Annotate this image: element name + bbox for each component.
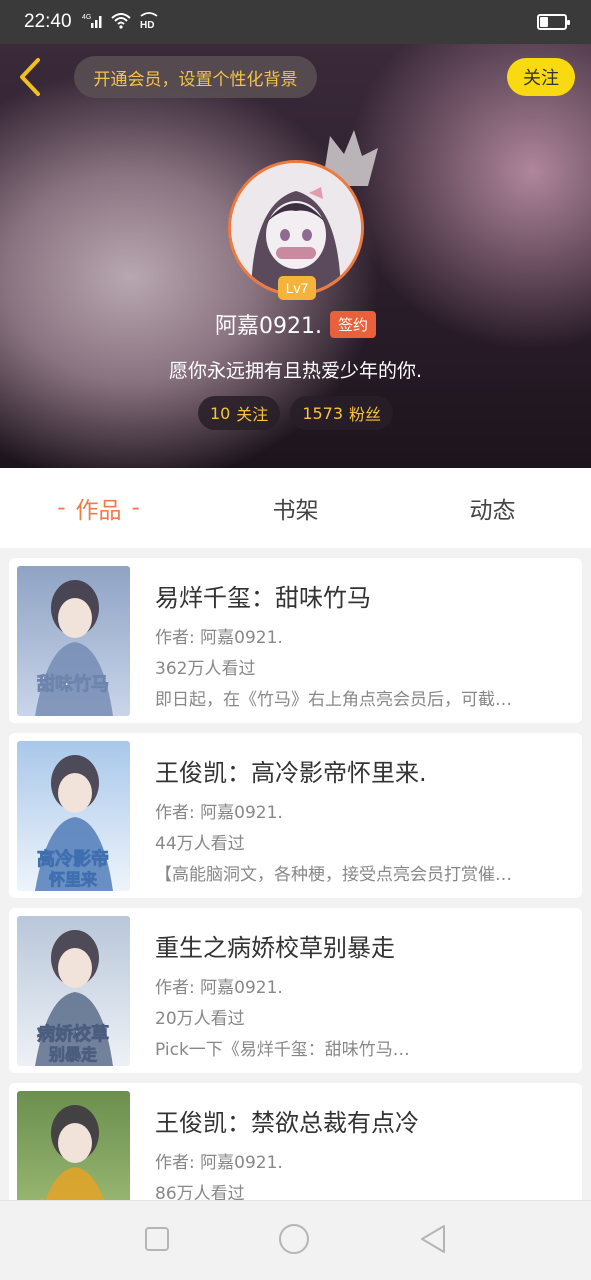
square-icon	[145, 1226, 170, 1251]
tab-activity[interactable]: 动态	[394, 468, 591, 548]
book-info: 重生之病娇校草别暴走 作者: 阿嘉0921. 20万人看过 Pick一下《易烊千…	[155, 928, 564, 1060]
avatar-illustration	[231, 163, 361, 293]
username: 阿嘉0921.	[215, 314, 322, 339]
avatar-container: Lv7	[228, 130, 378, 300]
book-description: 即日起，在《竹马》右上角点亮会员后，可截…	[155, 690, 512, 710]
following-count: 10	[209, 403, 231, 423]
book-author: 作者: 阿嘉0921.	[155, 978, 283, 998]
fans-count: 1573	[302, 403, 344, 423]
svg-text:怀里来: 怀里来	[49, 870, 98, 889]
book-views: 20万人看过	[155, 1009, 245, 1029]
system-nav-bar	[0, 1200, 591, 1280]
svg-text:甜味竹马: 甜味竹马	[37, 673, 109, 695]
svg-text:高冷影帝: 高冷影帝	[37, 848, 109, 870]
following-label: 关注	[236, 405, 269, 424]
back-arrow-icon	[20, 58, 40, 96]
bio-text: 愿你永远拥有且热爱少年的你.	[168, 360, 423, 382]
hd-icon: HD	[138, 10, 160, 34]
back-nav-button[interactable]	[419, 1224, 447, 1258]
book-author: 作者: 阿嘉0921.	[155, 1153, 283, 1173]
battery-icon	[537, 14, 570, 30]
book-card[interactable]: 甜味竹马 易烊千玺：甜味竹马 作者: 阿嘉0921. 362万人看过 即日起，在…	[9, 558, 582, 723]
profile-tabs: - 作品 - 书架 动态	[0, 468, 591, 548]
book-description: Pick一下《易烊千玺：甜味竹马…	[155, 1040, 410, 1060]
book-card[interactable]: 禁欲总裁 王俊凯：禁欲总裁有点冷 作者: 阿嘉0921. 86万人看过	[9, 1083, 582, 1200]
tab-dash-right: -	[131, 495, 140, 521]
book-cover[interactable]: 高冷影帝 怀里来	[17, 741, 130, 891]
tab-bookshelf[interactable]: 书架	[197, 468, 394, 548]
tab-activity-label: 动态	[469, 498, 516, 524]
signed-badge: 签约	[329, 310, 376, 338]
book-author: 作者: 阿嘉0921.	[155, 803, 283, 823]
hd-label: HD	[140, 20, 154, 30]
status-icons: 4G HD	[82, 10, 160, 34]
fans-stat[interactable]: 1573 粉丝	[290, 396, 394, 430]
tab-dash-left: -	[57, 495, 66, 521]
book-title[interactable]: 重生之病娇校草别暴走	[155, 928, 564, 963]
book-title[interactable]: 易烊千玺：甜味竹马	[155, 578, 564, 613]
battery-indicator	[537, 14, 570, 30]
book-cover[interactable]: 禁欲总裁	[17, 1091, 130, 1200]
book-cover[interactable]: 病娇校草 别暴走	[17, 916, 130, 1066]
status-time: 22:40	[24, 11, 72, 32]
book-author: 作者: 阿嘉0921.	[155, 628, 283, 648]
book-list: 甜味竹马 易烊千玺：甜味竹马 作者: 阿嘉0921. 362万人看过 即日起，在…	[0, 548, 591, 1200]
svg-text:病娇校草: 病娇校草	[37, 1023, 109, 1045]
book-info: 王俊凯：高冷影帝怀里来. 作者: 阿嘉0921. 44万人看过 【高能脑洞文，各…	[155, 753, 564, 885]
status-bar: 22:40 4G HD	[0, 0, 591, 44]
book-info: 王俊凯：禁欲总裁有点冷 作者: 阿嘉0921. 86万人看过	[155, 1103, 564, 1200]
book-views: 86万人看过	[155, 1184, 245, 1200]
book-title[interactable]: 王俊凯：高冷影帝怀里来.	[155, 753, 564, 788]
book-info: 易烊千玺：甜味竹马 作者: 阿嘉0921. 362万人看过 即日起，在《竹马》右…	[155, 578, 564, 710]
book-card[interactable]: 高冷影帝 怀里来 王俊凯：高冷影帝怀里来. 作者: 阿嘉0921. 44万人看过 …	[9, 733, 582, 898]
tab-works-label: 作品	[75, 498, 122, 524]
level-badge: Lv7	[278, 276, 316, 300]
signal-label: 4G	[82, 14, 91, 21]
book-description: 【高能脑洞文，各种梗，接受点亮会员打赏催…	[155, 865, 512, 885]
follow-button[interactable]: 关注	[507, 58, 575, 96]
triangle-back-icon	[420, 1224, 445, 1253]
tab-works[interactable]: - 作品 -	[0, 468, 197, 548]
name-row: 阿嘉0921. 签约	[0, 308, 591, 340]
tab-bookshelf-label: 书架	[272, 498, 319, 524]
book-title[interactable]: 王俊凯：禁欲总裁有点冷	[155, 1103, 564, 1138]
home-button[interactable]	[278, 1223, 310, 1259]
signal-icon: 4G	[82, 11, 104, 33]
profile-header: 开通会员，设置个性化背景 关注 Lv7 阿嘉0921. 签约 愿你永远拥有且热爱…	[0, 44, 591, 468]
circle-icon	[279, 1223, 310, 1254]
following-stat[interactable]: 10 关注	[197, 396, 281, 430]
back-button[interactable]	[14, 56, 48, 98]
wifi-icon	[110, 11, 132, 33]
svg-text:别暴走: 别暴走	[48, 1045, 97, 1064]
fans-label: 粉丝	[349, 405, 382, 424]
book-cover[interactable]: 甜味竹马	[17, 566, 130, 716]
battery-fill	[540, 17, 549, 27]
book-views: 44万人看过	[155, 834, 245, 854]
stats-row: 10 关注 1573 粉丝	[0, 396, 591, 430]
vip-background-banner[interactable]: 开通会员，设置个性化背景	[74, 56, 317, 98]
book-card[interactable]: 病娇校草 别暴走 重生之病娇校草别暴走 作者: 阿嘉0921. 20万人看过 Pi…	[9, 908, 582, 1073]
book-views: 362万人看过	[155, 659, 256, 679]
recent-apps-button[interactable]	[144, 1226, 170, 1256]
